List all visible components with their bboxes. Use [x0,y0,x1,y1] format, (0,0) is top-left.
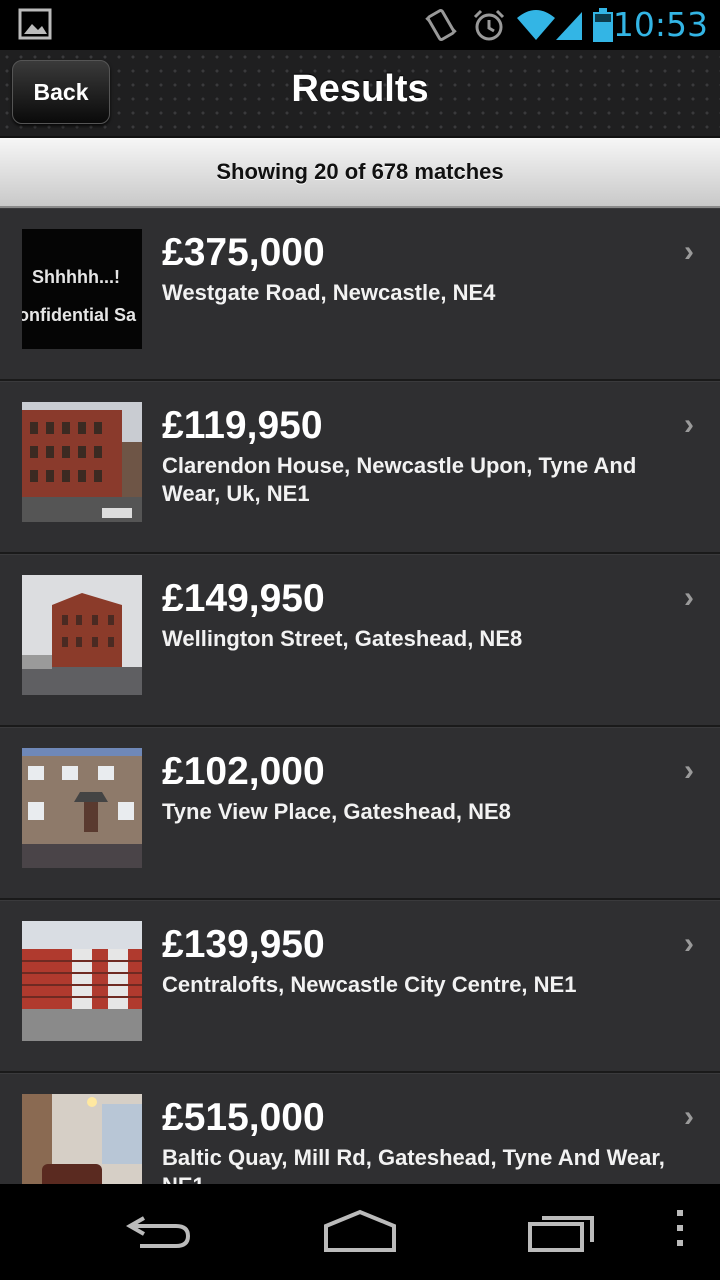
listing-thumbnail [22,748,142,868]
list-item[interactable]: Shhhhh...! onfidential Sa £375,000 Westg… [0,208,720,381]
wifi-icon [517,10,555,40]
alarm-icon [473,9,505,41]
listing-thumbnail [22,575,142,695]
listing-price: £102,000 [162,750,325,793]
listing-price: £119,950 [162,404,323,447]
back-nav-icon[interactable] [124,1208,194,1254]
results-list[interactable]: Shhhhh...! onfidential Sa £375,000 Westg… [0,208,720,1184]
listing-thumbnail [22,402,142,522]
listing-price: £149,950 [162,577,325,620]
listing-address: Westgate Road, Newcastle, NE4 [162,280,496,305]
system-nav-bar [0,1184,720,1280]
thumb-text-2: onfidential Sa [22,305,137,325]
chevron-right-icon: › [684,408,694,441]
listing-thumbnail [22,921,142,1041]
home-nav-icon[interactable] [322,1208,398,1254]
listing-thumbnail [22,1094,142,1184]
list-item[interactable]: £139,950 Centralofts, Newcastle City Cen… [0,900,720,1073]
list-item[interactable]: £119,950 Clarendon House, Newcastle Upon… [0,381,720,554]
recent-apps-icon[interactable] [526,1208,598,1254]
clock-time: 10:53 [612,5,708,44]
battery-icon [593,8,613,42]
list-item[interactable]: £515,000 Baltic Quay, Mill Rd, Gateshead… [0,1073,720,1184]
page-title: Results [291,68,429,110]
chevron-right-icon: › [684,581,694,614]
listing-address: Wellington Street, Gateshead, NE8 [162,626,523,651]
listing-price: £515,000 [162,1096,325,1139]
vibrate-icon [425,8,457,42]
status-bar: 10:53 [0,0,720,50]
listing-thumbnail: Shhhhh...! onfidential Sa [22,229,142,349]
list-item[interactable]: £149,950 Wellington Street, Gateshead, N… [0,554,720,727]
list-item[interactable]: £102,000 Tyne View Place, Gateshead, NE8… [0,727,720,900]
thumb-text-1: Shhhhh...! [32,267,120,287]
listing-price: £139,950 [162,923,325,966]
listing-address: Baltic Quay, Mill Rd, Gateshead, Tyne An… [162,1145,665,1184]
listing-address: Tyne View Place, Gateshead, NE8 [162,799,511,824]
listing-price: £375,000 [162,231,325,274]
chevron-right-icon: › [684,754,694,787]
header-bar: Back Results [0,50,720,138]
listing-address: Centralofts, Newcastle City Centre, NE1 [162,972,577,997]
results-count-bar: Showing 20 of 678 matches [0,138,720,208]
overflow-menu-icon[interactable] [674,1208,686,1248]
listing-address: Clarendon House, Newcastle Upon, Tyne An… [162,453,637,506]
chevron-right-icon: › [684,235,694,268]
chevron-right-icon: › [684,927,694,960]
image-notification-icon [18,8,52,40]
signal-icon [556,12,582,40]
chevron-right-icon: › [684,1100,694,1133]
